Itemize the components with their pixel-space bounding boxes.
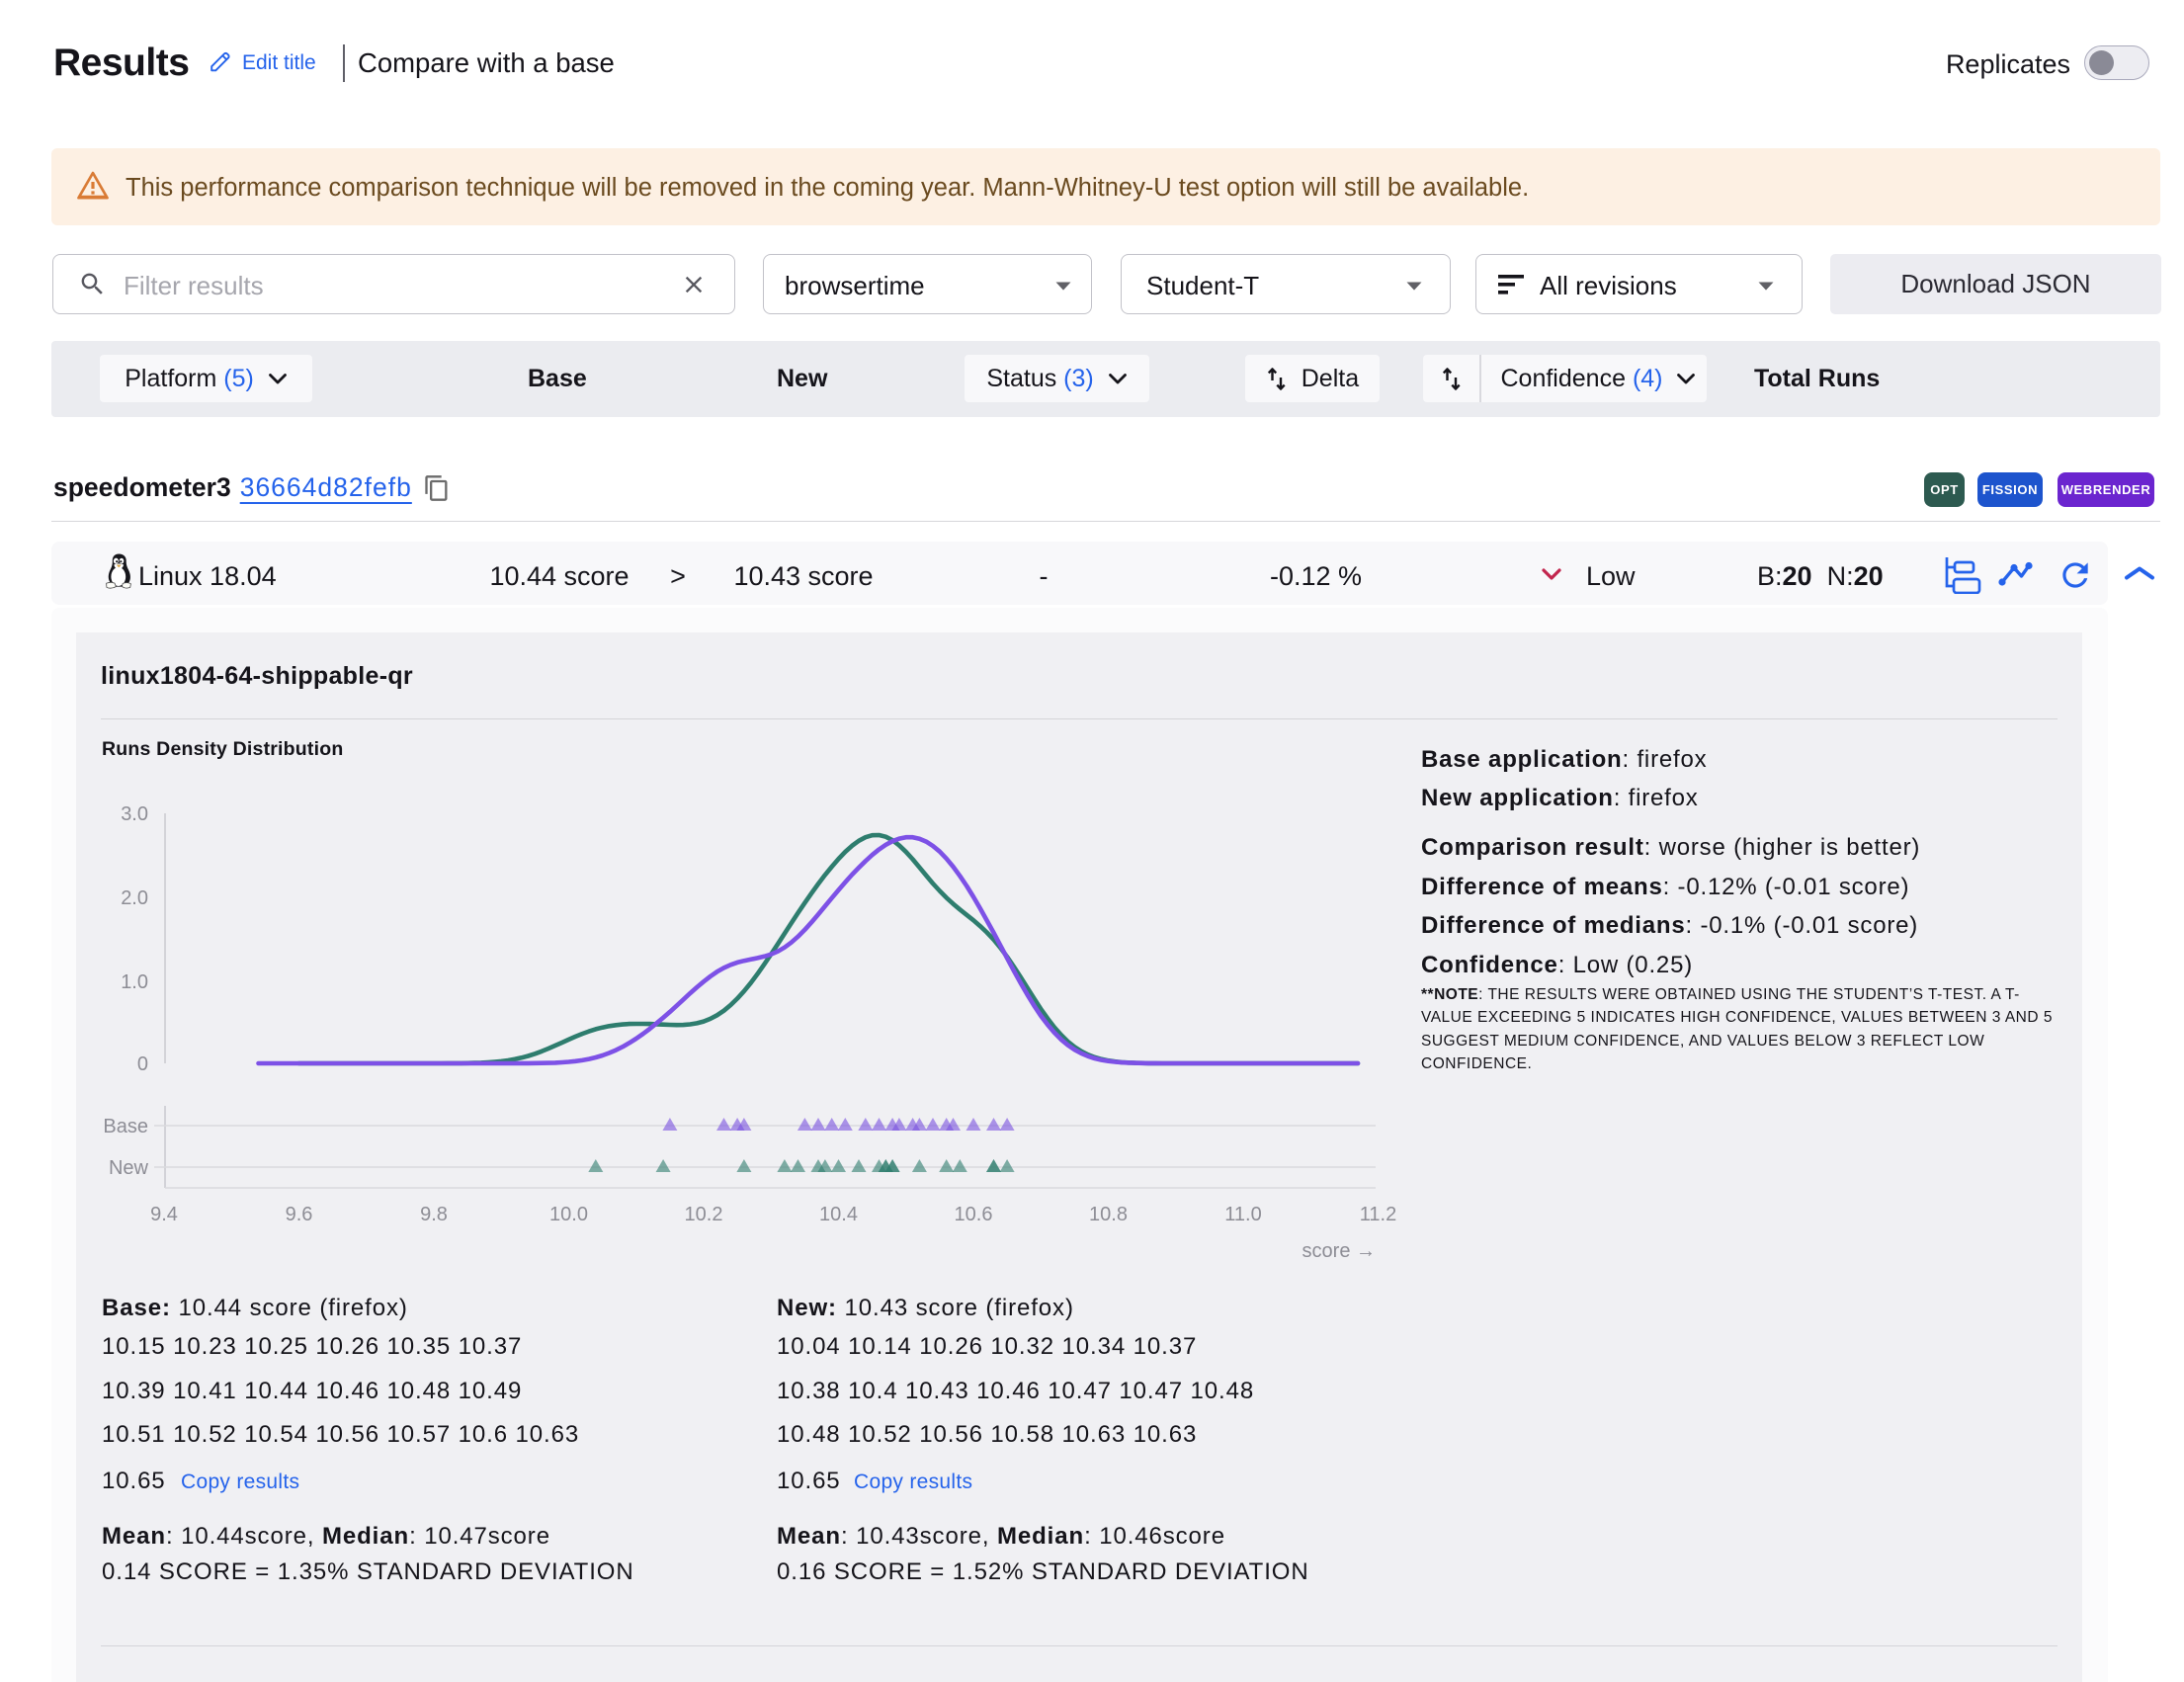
svg-text:10.6: 10.6	[955, 1204, 993, 1225]
svg-text:New: New	[109, 1157, 149, 1179]
svg-text:score →: score →	[1302, 1240, 1376, 1262]
svg-text:0: 0	[137, 1053, 148, 1075]
svg-text:10.8: 10.8	[1089, 1204, 1128, 1225]
svg-text:2.0: 2.0	[121, 887, 148, 909]
svg-text:11.2: 11.2	[1360, 1204, 1396, 1225]
svg-text:3.0: 3.0	[121, 803, 148, 825]
svg-text:1.0: 1.0	[121, 971, 148, 993]
svg-text:9.6: 9.6	[286, 1204, 313, 1225]
svg-text:9.4: 9.4	[150, 1204, 178, 1225]
svg-text:Base: Base	[103, 1116, 148, 1137]
svg-text:9.8: 9.8	[420, 1204, 448, 1225]
svg-text:10.4: 10.4	[819, 1204, 858, 1225]
svg-text:10.0: 10.0	[549, 1204, 588, 1225]
svg-text:11.0: 11.0	[1224, 1204, 1261, 1225]
svg-text:10.2: 10.2	[685, 1204, 723, 1225]
